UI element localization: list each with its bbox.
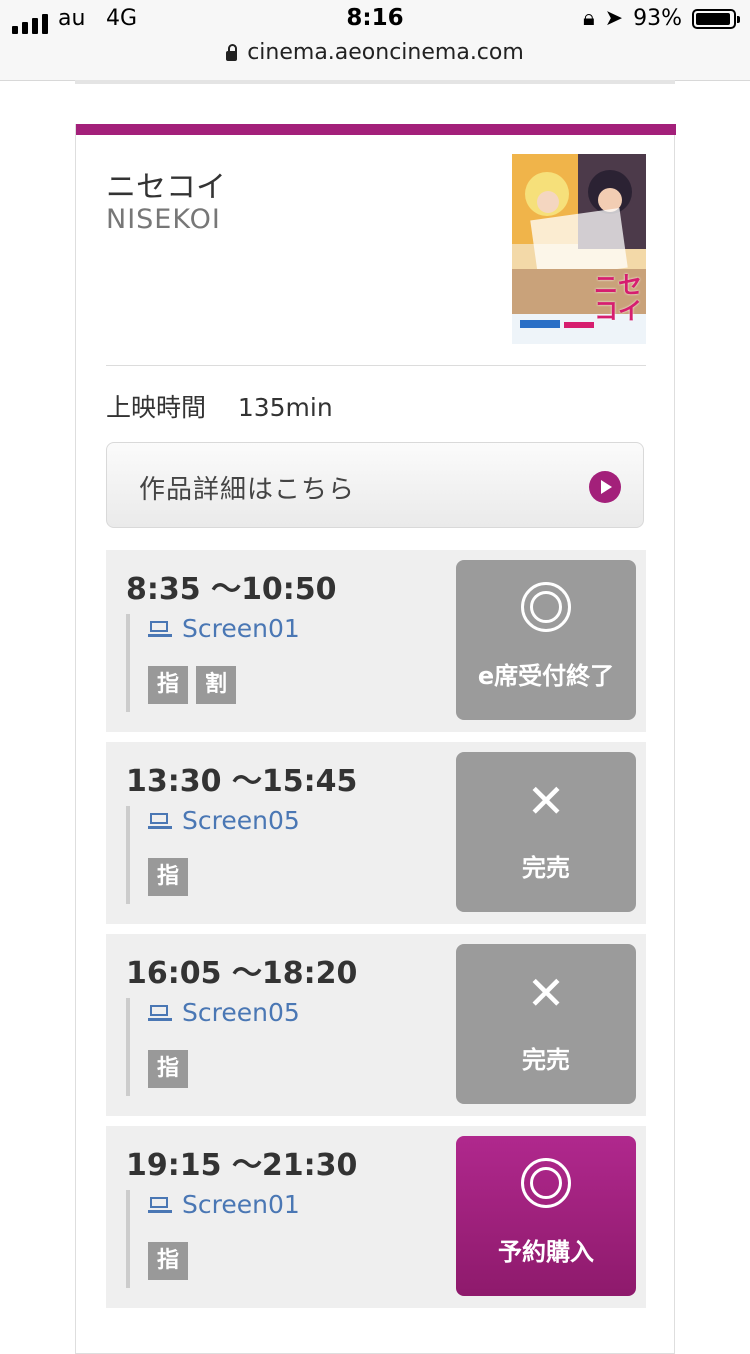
movie-title-ja: ニセコイ <box>106 170 226 205</box>
status-label: 完売 <box>522 854 570 882</box>
card-accent-bar <box>76 124 676 135</box>
double-circle-icon <box>521 1158 571 1208</box>
poster-logo: ニセ コイ <box>594 271 642 325</box>
double-circle-icon <box>521 582 571 632</box>
address-bar[interactable]: cinema.aeoncinema.com <box>0 40 750 65</box>
showtime-row: 13:30 〜15:45 Screen05 指 ✕ 完売 <box>106 742 646 924</box>
reserved-seat-badge: 指 <box>148 666 188 704</box>
showtime-time: 8:35 〜10:50 <box>126 572 337 607</box>
runtime: 上映時間 135min <box>106 388 333 424</box>
status-label: 予約購入 <box>498 1238 594 1266</box>
movie-card: ニセコイ NISEKOI ニセ コイ 上映時間 135min 作品詳細はこちら 8… <box>75 124 676 1354</box>
showtime-info: Screen05 指 <box>126 806 300 904</box>
location-arrow-icon: ➤ <box>604 6 624 31</box>
status-bar: au 4G 8:16 🔒︎ ➤ 93% cinema.aeoncinema.co… <box>0 0 750 81</box>
status-label: 完売 <box>522 1046 570 1074</box>
discount-badge: 割 <box>196 666 236 704</box>
screen-icon <box>148 1196 172 1213</box>
screen-icon <box>148 620 172 637</box>
runtime-label: 上映時間 <box>106 393 207 422</box>
battery-icon <box>692 8 740 29</box>
showtime-row: 19:15 〜21:30 Screen01 指 予約購入 <box>106 1126 646 1308</box>
screen-name: Screen05 <box>182 998 300 1027</box>
url-text: cinema.aeoncinema.com <box>247 40 524 65</box>
battery-percent: 93% <box>633 6 682 31</box>
showtime-time: 16:05 〜18:20 <box>126 956 358 991</box>
reserved-seat-badge: 指 <box>148 1242 188 1280</box>
sold-out-button[interactable]: ✕ 完売 <box>456 944 636 1104</box>
play-arrow-icon <box>589 471 621 503</box>
runtime-value: 135min <box>237 393 333 422</box>
status-label: e席受付終了 <box>477 662 615 690</box>
movie-detail-label: 作品詳細はこちら <box>139 475 356 505</box>
showtime-row: 8:35 〜10:50 Screen01 指 割 e席受付終了 <box>106 550 646 732</box>
reserved-seat-badge: 指 <box>148 858 188 896</box>
showtime-row: 16:05 〜18:20 Screen05 指 ✕ 完売 <box>106 934 646 1116</box>
cross-icon: ✕ <box>526 774 566 828</box>
screen-link[interactable]: Screen05 <box>148 998 300 1027</box>
screen-link[interactable]: Screen05 <box>148 806 300 835</box>
booking-closed-button[interactable]: e席受付終了 <box>456 560 636 720</box>
showtime-info: Screen01 指 割 <box>126 614 300 712</box>
showtime-time: 19:15 〜21:30 <box>126 1148 358 1183</box>
screen-link[interactable]: Screen01 <box>148 1190 300 1219</box>
previous-card-edge <box>75 80 675 84</box>
screen-icon <box>148 812 172 829</box>
cross-icon: ✕ <box>526 966 566 1020</box>
showtime-info: Screen05 指 <box>126 998 300 1096</box>
sold-out-button[interactable]: ✕ 完売 <box>456 752 636 912</box>
screen-name: Screen05 <box>182 806 300 835</box>
movie-detail-button[interactable]: 作品詳細はこちら <box>106 442 644 528</box>
showtime-info: Screen01 指 <box>126 1190 300 1288</box>
movie-poster[interactable]: ニセ コイ <box>512 154 646 344</box>
rotation-lock-icon: 🔒︎ <box>582 6 595 31</box>
lock-icon <box>226 44 238 61</box>
reserved-seat-badge: 指 <box>148 1050 188 1088</box>
showtime-time: 13:30 〜15:45 <box>126 764 358 799</box>
reserve-purchase-button[interactable]: 予約購入 <box>456 1136 636 1296</box>
screen-name: Screen01 <box>182 614 300 643</box>
screen-name: Screen01 <box>182 1190 300 1219</box>
screen-link[interactable]: Screen01 <box>148 614 300 643</box>
movie-title-en: NISEKOI <box>106 204 221 235</box>
divider <box>106 365 646 366</box>
screen-icon <box>148 1004 172 1021</box>
